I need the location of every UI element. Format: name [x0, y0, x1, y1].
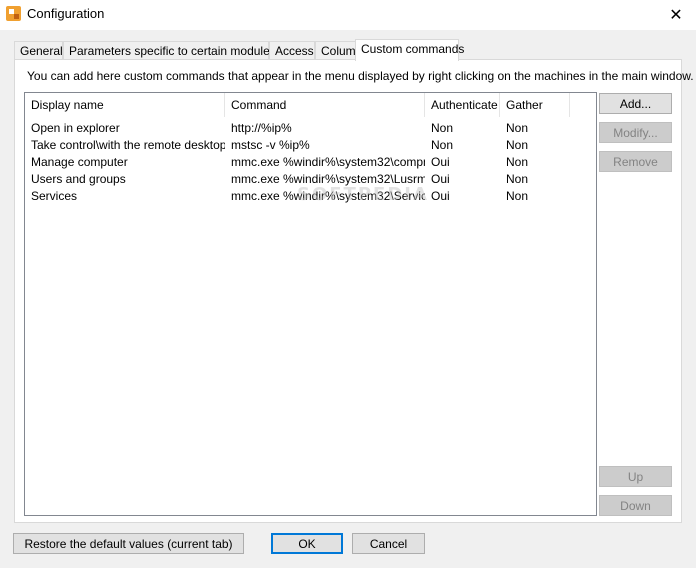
cell-gather: Non — [506, 172, 529, 186]
tab-general[interactable]: General — [14, 41, 63, 60]
column-header-command[interactable]: Command — [225, 93, 425, 117]
up-button[interactable]: Up — [599, 466, 672, 487]
commands-list[interactable]: Display name Command Authenticate Gather… — [24, 92, 597, 516]
custom-commands-panel: You can add here custom commands that ap… — [14, 59, 694, 523]
window-title: Configuration — [27, 6, 105, 21]
intro-text: You can add here custom commands that ap… — [27, 69, 694, 83]
remove-button[interactable]: Remove — [599, 151, 672, 172]
cell-gather: Non — [506, 121, 529, 135]
cell-command: mmc.exe %windir%\system32\compm... — [231, 155, 425, 169]
cell-display-name: Take control\with the remote desktop — [31, 138, 225, 152]
list-item[interactable]: Take control\with the remote desktop mst… — [25, 137, 596, 154]
title-bar: Configuration ✕ — [0, 0, 696, 30]
cell-display-name: Manage computer — [31, 155, 128, 169]
cell-authenticate: Non — [431, 138, 454, 152]
restore-defaults-button[interactable]: Restore the default values (current tab) — [13, 533, 244, 554]
cell-gather: Non — [506, 189, 529, 203]
ok-button[interactable]: OK — [271, 533, 343, 554]
add-button[interactable]: Add... — [599, 93, 672, 114]
cell-display-name: Open in explorer — [31, 121, 120, 135]
list-header: Display name Command Authenticate Gather — [25, 93, 596, 117]
modify-button[interactable]: Modify... — [599, 122, 672, 143]
column-header-display-name[interactable]: Display name — [25, 93, 225, 117]
list-item[interactable]: Manage computer mmc.exe %windir%\system3… — [25, 154, 596, 171]
column-header-authenticate[interactable]: Authenticate — [425, 93, 500, 117]
cell-authenticate: Oui — [431, 189, 450, 203]
close-button[interactable]: ✕ — [656, 0, 696, 30]
cell-display-name: Services — [31, 189, 78, 203]
cell-command: mstsc -v %ip% — [231, 138, 310, 152]
cell-authenticate: Oui — [431, 172, 450, 186]
cell-gather: Non — [506, 138, 529, 152]
app-icon — [6, 6, 21, 21]
list-item[interactable]: Open in explorer http://%ip% Non Non — [25, 120, 596, 137]
cell-display-name: Users and groups — [31, 172, 126, 186]
cell-command: http://%ip% — [231, 121, 292, 135]
column-header-gather[interactable]: Gather — [500, 93, 570, 117]
tab-access[interactable]: Access — [269, 41, 315, 60]
watermark: SOFTPEDIA — [297, 184, 429, 205]
tab-parameters[interactable]: Parameters specific to certain modules — [63, 41, 276, 60]
cell-gather: Non — [506, 155, 529, 169]
down-button[interactable]: Down — [599, 495, 672, 516]
cell-authenticate: Non — [431, 121, 454, 135]
cell-authenticate: Oui — [431, 155, 450, 169]
cancel-button[interactable]: Cancel — [352, 533, 425, 554]
tab-custom-commands[interactable]: Custom commands — [355, 39, 464, 61]
